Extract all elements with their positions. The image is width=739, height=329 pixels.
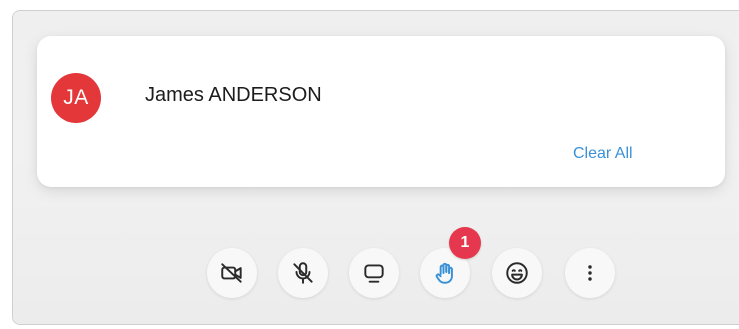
more-options-icon bbox=[588, 265, 592, 281]
toggle-mic-button[interactable] bbox=[278, 248, 328, 298]
raise-hand-count-badge: 1 bbox=[449, 227, 481, 259]
clear-all-button[interactable]: Clear All bbox=[573, 145, 633, 163]
raised-hands-panel bbox=[37, 36, 725, 187]
toggle-video-button[interactable] bbox=[207, 248, 257, 298]
raise-hand-icon bbox=[435, 262, 453, 284]
avatar: JA bbox=[51, 73, 101, 123]
more-options-button[interactable] bbox=[565, 248, 615, 298]
share-screen-button[interactable] bbox=[349, 248, 399, 298]
avatar-initials: JA bbox=[63, 86, 89, 109]
video-off-icon bbox=[221, 263, 242, 283]
mic-off-icon bbox=[293, 262, 313, 284]
reactions-button[interactable] bbox=[492, 248, 542, 298]
participant-name: James ANDERSON bbox=[145, 84, 322, 106]
screen-share-icon bbox=[364, 264, 384, 283]
emoji-icon bbox=[506, 262, 528, 284]
